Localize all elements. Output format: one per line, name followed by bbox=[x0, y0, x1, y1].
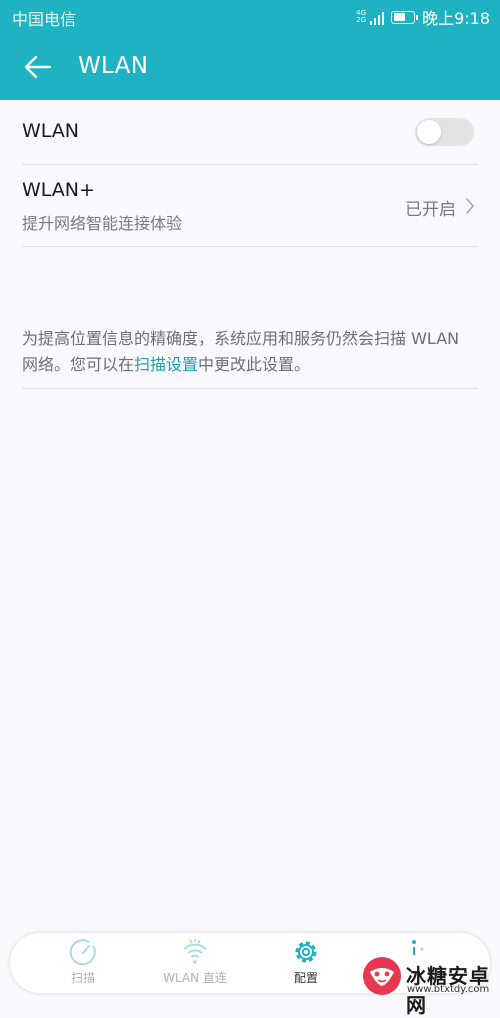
status-right: 4G 2G 晚上9:18 bbox=[356, 5, 490, 29]
watermark-logo-icon bbox=[363, 957, 401, 995]
wlan-switch[interactable] bbox=[415, 118, 474, 146]
tab-scan-label: 扫描 bbox=[70, 971, 95, 985]
clock: 晚上9:18 bbox=[422, 9, 490, 28]
tab-config-label: 配置 bbox=[293, 971, 318, 985]
wlan-plus-status: 已开启 bbox=[405, 200, 456, 220]
switch-knob bbox=[417, 120, 441, 144]
tab-scan[interactable]: 扫描 bbox=[28, 933, 138, 993]
wlan-plus-row[interactable]: WLAN+ 提升网络智能连接体验 已开启 bbox=[22, 165, 478, 247]
chevron-right-icon bbox=[466, 198, 474, 214]
carrier-label: 中国电信 bbox=[12, 10, 77, 29]
title-bar: WLAN bbox=[0, 34, 500, 100]
wifi-direct-icon bbox=[183, 939, 207, 964]
scan-info-note: 为提高位置信息的精确度，系统应用和服务仍然会扫描 WLAN 网络。您可以在扫描设… bbox=[22, 326, 478, 389]
wlan-plus-subtitle: 提升网络智能连接体验 bbox=[22, 214, 183, 233]
wlan-toggle-row[interactable]: WLAN bbox=[22, 100, 478, 165]
wlan-label: WLAN bbox=[22, 120, 80, 142]
tab-wlan-direct-label: WLAN 直连 bbox=[163, 971, 227, 985]
gear-icon bbox=[295, 941, 317, 963]
note-text-after: 中更改此设置。 bbox=[198, 355, 311, 374]
scan-gauge-icon bbox=[69, 939, 96, 966]
watermark-url: www.btxtdy.com bbox=[407, 984, 490, 995]
app-bar: 中国电信 4G 2G 晚上9:18 WLAN bbox=[0, 0, 500, 100]
scan-settings-link[interactable]: 扫描设置 bbox=[134, 355, 198, 374]
signal-icon: 4G 2G bbox=[356, 9, 385, 25]
wlan-plus-label: WLAN+ bbox=[22, 179, 95, 201]
tab-config[interactable]: 配置 bbox=[251, 933, 361, 993]
battery-icon bbox=[391, 10, 419, 24]
site-watermark: 冰糖安卓网 www.btxtdy.com bbox=[362, 956, 500, 1017]
page-title: WLAN bbox=[78, 53, 149, 79]
tab-wlan-direct[interactable]: WLAN 直连 bbox=[140, 933, 250, 993]
status-bar: 中国电信 4G 2G 晚上9:18 bbox=[0, 0, 500, 34]
arrow-left-icon[interactable] bbox=[22, 51, 54, 83]
